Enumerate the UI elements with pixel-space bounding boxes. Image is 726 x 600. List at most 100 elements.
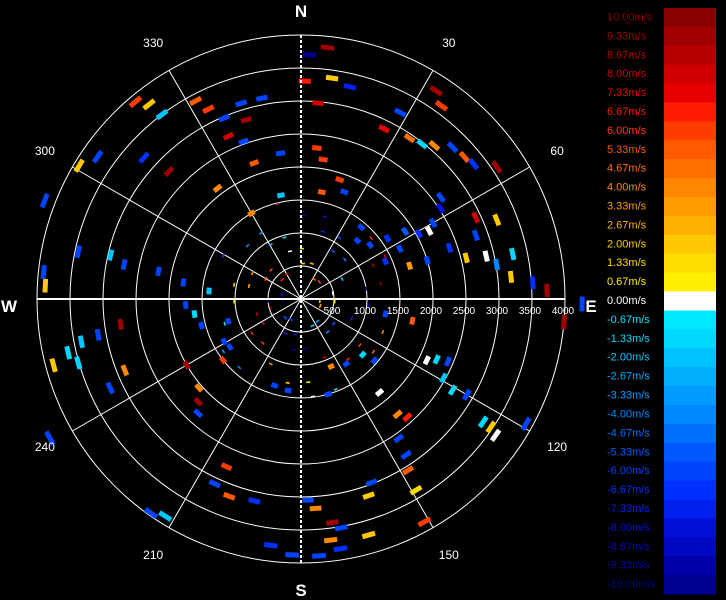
angle-label-120: 120	[547, 440, 567, 454]
legend-label: 8.00m/s	[607, 68, 647, 80]
data-point	[218, 113, 231, 123]
data-point	[221, 349, 226, 354]
data-point	[208, 479, 222, 489]
data-point	[462, 252, 470, 264]
data-point	[370, 356, 379, 365]
data-point	[64, 345, 73, 360]
legend-swatch	[664, 575, 716, 595]
legend-label: 7.33m/s	[607, 87, 647, 99]
data-point	[320, 230, 326, 233]
data-point	[395, 244, 404, 254]
data-point	[393, 107, 407, 118]
data-point	[320, 44, 335, 51]
data-point	[509, 247, 517, 261]
legend-swatch	[664, 215, 716, 236]
data-point	[288, 318, 294, 322]
data-point	[365, 286, 368, 291]
legend-swatches	[664, 8, 716, 595]
data-point	[261, 321, 266, 326]
legend-label: 0.00m/s	[607, 295, 647, 307]
data-point	[191, 309, 198, 319]
angle-label-150: 150	[439, 548, 459, 562]
data-point	[240, 115, 253, 124]
legend-swatch	[664, 461, 716, 482]
legend-label: 4.00m/s	[607, 182, 647, 194]
data-point	[309, 262, 314, 265]
data-point	[335, 176, 345, 184]
data-points	[39, 44, 585, 559]
data-point	[270, 382, 279, 389]
data-point	[383, 254, 387, 259]
data-point	[198, 321, 205, 330]
data-point	[245, 243, 250, 248]
data-point	[358, 343, 362, 348]
legend-swatch	[664, 234, 716, 255]
legend-swatch	[664, 272, 716, 292]
data-point	[371, 349, 376, 354]
data-point	[318, 156, 328, 163]
angle-label-240: 240	[35, 440, 55, 454]
legend-swatch	[664, 159, 716, 179]
data-point	[365, 478, 378, 487]
angle-label-30: 30	[442, 36, 456, 50]
legend-swatch	[664, 310, 716, 330]
data-point	[77, 335, 86, 349]
data-point	[292, 333, 297, 336]
data-point	[342, 257, 347, 262]
legend-label: 3.33m/s	[607, 201, 647, 213]
data-point	[155, 108, 169, 121]
data-point	[315, 319, 320, 323]
data-point	[417, 516, 432, 528]
legend-swatch	[664, 386, 716, 406]
data-point	[493, 258, 501, 271]
data-point	[381, 329, 385, 335]
data-point	[194, 382, 204, 393]
data-point	[310, 324, 315, 328]
legend-label: -6.67m/s	[607, 484, 650, 496]
data-point	[91, 149, 104, 164]
data-point	[327, 362, 335, 371]
data-point	[287, 250, 293, 253]
data-point	[489, 428, 502, 443]
legend-label: 2.00m/s	[607, 238, 647, 250]
legend-label: -1.33m/s	[607, 333, 650, 345]
data-point	[284, 272, 289, 277]
legend-swatch	[664, 537, 716, 557]
data-point	[325, 74, 339, 82]
legend-swatch	[664, 405, 716, 425]
data-point	[283, 315, 288, 320]
data-point	[507, 270, 515, 284]
data-point	[467, 157, 480, 171]
data-point	[340, 276, 344, 282]
data-point	[485, 420, 497, 434]
legend-label: -6.00m/s	[607, 465, 650, 477]
west-label: W	[1, 297, 18, 316]
data-point	[356, 223, 366, 232]
legend-label: -2.67m/s	[607, 371, 650, 383]
data-point	[74, 356, 83, 370]
data-point	[223, 321, 227, 326]
data-point	[268, 362, 273, 366]
data-point	[325, 330, 330, 334]
data-point	[383, 233, 392, 243]
data-point	[491, 160, 503, 174]
data-point	[339, 188, 349, 196]
data-point	[302, 497, 314, 503]
data-point	[225, 317, 232, 325]
data-point	[362, 491, 375, 500]
legend-swatch	[664, 102, 716, 122]
data-point	[291, 348, 296, 351]
range-labels: 500 1000 1500 2000 2500 3000 3500 4000	[324, 306, 575, 317]
data-point	[269, 268, 273, 272]
data-point	[250, 331, 254, 336]
data-point	[345, 357, 351, 361]
data-point	[285, 552, 300, 558]
data-point	[323, 536, 338, 544]
legend-label: -3.33m/s	[607, 390, 650, 402]
legend-label: -10.00m/s	[607, 579, 656, 591]
data-point	[429, 85, 444, 97]
data-point	[318, 303, 322, 309]
data-point	[225, 342, 234, 352]
data-point	[432, 354, 441, 365]
data-point	[263, 542, 278, 549]
